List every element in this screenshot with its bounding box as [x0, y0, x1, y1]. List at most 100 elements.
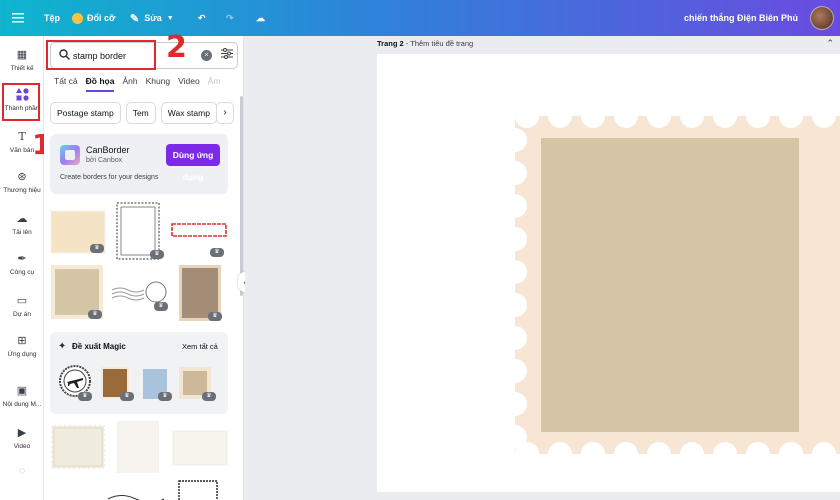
page-title-placeholder[interactable]: Thêm tiêu đề trang — [410, 39, 473, 48]
rail-item-more[interactable]: ◌ — [0, 464, 44, 481]
chip-tem[interactable]: Tem — [125, 102, 156, 124]
see-all-link[interactable]: Xem tất cả — [182, 342, 218, 351]
rail-item-label: Video — [13, 443, 31, 450]
tab-audio[interactable]: Âm — [208, 76, 221, 92]
result-partial-frame[interactable] — [178, 480, 218, 500]
result-border-red[interactable]: ♛ — [170, 222, 228, 257]
page-label[interactable]: Trang 2 - Thêm tiêu đề trang — [377, 39, 473, 48]
rail-item-projects[interactable]: ▭ Dự án — [0, 294, 44, 318]
suggestion-chips: Postage stamp Tem Wax stamp — [50, 102, 217, 124]
avatar[interactable] — [810, 6, 834, 30]
rail-item-tools[interactable]: ✒ Công cụ — [0, 252, 44, 276]
app-promo-card: CanBorder bởi Canbox Dùng ứng dụng Creat… — [50, 134, 228, 194]
cloud-save-icon[interactable]: ☁ — [256, 0, 265, 36]
canborder-logo — [60, 145, 80, 165]
premium-badge-icon: ♛ — [154, 302, 168, 311]
tab-photos[interactable]: Ảnh — [122, 76, 137, 92]
result-tabs: Tất cả Đồ họa Ảnh Khung Video Âm — [54, 76, 229, 92]
rail-item-uploads[interactable]: ☁ Tải lên — [0, 212, 44, 236]
rail-item-label: Tải lên — [12, 229, 32, 236]
result-stamp-beige[interactable]: ♛ — [50, 264, 104, 322]
rail-item-label: Thương hiệu — [3, 187, 41, 194]
tab-all[interactable]: Tất cả — [54, 76, 78, 92]
chevron-up-icon[interactable]: ⌃ — [826, 38, 834, 49]
rail-item-label: Nội dung M... — [2, 401, 42, 408]
undo-icon[interactable]: ↶ — [198, 0, 206, 36]
pen-icon: ✒ — [17, 253, 27, 265]
use-app-button[interactable]: Dùng ứng dụng — [166, 144, 220, 182]
rail-item-apps[interactable]: ⊞ Ứng dụng — [0, 334, 44, 358]
stamp-inner-fill — [541, 138, 799, 432]
app-author: bởi Canbox — [86, 157, 123, 164]
chip-wax-stamp[interactable]: Wax stamp — [160, 102, 217, 124]
chevron-right-icon[interactable]: › — [216, 102, 234, 124]
redo-icon[interactable]: ↷ — [226, 0, 234, 36]
top-toolbar: Tệp Đổi cỡ ✎ Sửa ▼ ↶ ↷ ☁ chiến thắng Điệ… — [0, 0, 840, 36]
cloud-upload-icon: ☁ — [16, 213, 28, 225]
crown-icon — [72, 12, 83, 24]
panel-scrollbar[interactable] — [240, 96, 243, 296]
result-stamp-light[interactable] — [50, 424, 106, 472]
annotation-step-2: 2 — [166, 30, 187, 65]
filter-icon[interactable] — [221, 48, 233, 62]
rail-item-label: Văn bản — [9, 147, 35, 154]
canvas-area: Trang 2 - Thêm tiêu đề trang ⌃ — [245, 36, 840, 500]
magic-sparkle-icon: ✦ — [58, 341, 67, 352]
result-stamp-cream[interactable]: ♛ — [50, 210, 106, 256]
chevron-down-icon: ▼ — [166, 14, 174, 22]
result-stamp-pale[interactable] — [172, 430, 228, 468]
result-postmark[interactable]: ♛ — [110, 278, 170, 311]
rail-item-design[interactable]: ▦ Thiết kế — [0, 48, 44, 72]
premium-badge-icon: ♛ — [120, 392, 134, 401]
rail-item-label: Công cụ — [9, 269, 35, 276]
magic-suggestions: ✦ Đề xuất Magic Xem tất cả ♛ ♛ ♛ ♛ — [50, 332, 228, 414]
tab-graphics[interactable]: Đồ họa — [85, 76, 115, 92]
result-stamp-white[interactable] — [116, 420, 160, 476]
design-page[interactable] — [377, 54, 840, 492]
video-icon: ▶ — [17, 427, 27, 439]
premium-badge-icon: ♛ — [78, 392, 92, 401]
clear-search-icon[interactable]: × — [201, 50, 212, 61]
result-stamp-outline[interactable]: ♛ — [116, 202, 164, 262]
pencil-icon: ✎ — [130, 12, 140, 25]
annotation-highlight-elements — [2, 83, 40, 121]
app-name: CanBorder — [86, 145, 130, 155]
brand-icon: ⊛ — [17, 171, 27, 183]
magic-media-icon: ▣ — [16, 385, 28, 397]
hamburger-menu-icon[interactable] — [12, 0, 28, 36]
folder-icon: ▭ — [16, 295, 28, 307]
tab-videos[interactable]: Video — [178, 76, 200, 92]
result-stamp-brown[interactable]: ♛ — [178, 264, 222, 324]
premium-badge-icon: ♛ — [208, 312, 222, 321]
premium-badge-icon: ♛ — [150, 250, 164, 259]
premium-badge-icon: ♛ — [88, 310, 102, 319]
rail-item-video[interactable]: ▶ Video — [0, 426, 44, 450]
premium-badge-icon: ♛ — [202, 392, 216, 401]
edit-label: Sửa — [144, 13, 162, 23]
premium-badge-icon: ♛ — [158, 392, 172, 401]
file-menu[interactable]: Tệp — [44, 0, 60, 36]
resize-button[interactable]: Đổi cỡ — [72, 0, 115, 36]
chip-postage-stamp[interactable]: Postage stamp — [50, 102, 121, 124]
app-description: Create borders for your designs — [60, 174, 159, 181]
layout-icon: ▦ — [16, 49, 28, 61]
rail-item-label: Dự án — [12, 311, 32, 318]
premium-badge-icon: ♛ — [210, 248, 224, 257]
text-icon: T — [18, 130, 26, 143]
apps-icon: ⊞ — [17, 335, 27, 347]
rail-item-magic-media[interactable]: ▣ Nội dung M... — [0, 384, 44, 408]
document-title[interactable]: chiến thắng Điện Biên Phủ — [684, 0, 798, 36]
rail-item-label: Thiết kế — [10, 65, 34, 72]
annotation-highlight-search — [46, 40, 156, 70]
resize-label: Đổi cỡ — [87, 13, 116, 23]
premium-badge-icon: ♛ — [90, 244, 104, 253]
stamp-border-element[interactable] — [377, 54, 840, 492]
rail-item-brand[interactable]: ⊛ Thương hiệu — [0, 170, 44, 194]
more-icon: ◌ — [18, 465, 26, 477]
rail-item-label: Ứng dụng — [7, 351, 37, 358]
tab-frames[interactable]: Khung — [146, 76, 171, 92]
page-name: Trang 2 — [377, 39, 404, 48]
elements-panel: stamp border × Tất cả Đồ họa Ảnh Khung V… — [44, 36, 244, 500]
magic-title: Đề xuất Magic — [72, 342, 126, 351]
result-partial-lines[interactable] — [106, 492, 166, 500]
